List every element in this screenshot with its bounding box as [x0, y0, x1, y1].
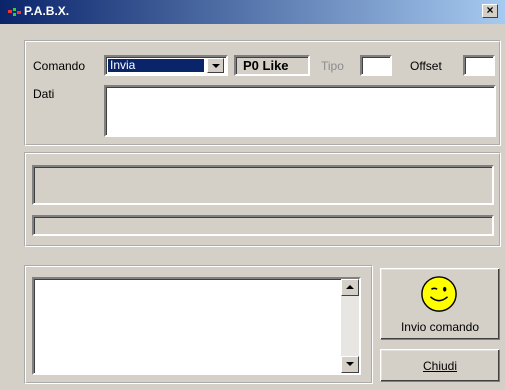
smiley-wink-icon: [421, 276, 457, 312]
app-icon: [8, 8, 21, 16]
comando-selected-value[interactable]: Invia: [108, 59, 204, 72]
comando-combobox[interactable]: Invia: [104, 55, 228, 76]
close-button[interactable]: Chiudi: [380, 349, 500, 382]
status-line-1: [32, 165, 494, 205]
status-line-2: [32, 215, 494, 236]
tipo-input[interactable]: [360, 55, 392, 76]
log-textarea[interactable]: [32, 277, 361, 375]
dati-input[interactable]: [104, 85, 496, 137]
chevron-up-icon: [346, 285, 354, 289]
scroll-up-button[interactable]: [341, 279, 359, 296]
scroll-down-button[interactable]: [341, 356, 359, 373]
send-command-button[interactable]: Invio comando: [380, 268, 500, 340]
dati-label: Dati: [33, 87, 55, 101]
send-command-label: Invio comando: [400, 320, 480, 334]
chevron-down-icon: [346, 362, 354, 366]
chevron-down-icon: [212, 64, 220, 68]
window-title: P.A.B.X.: [24, 4, 70, 18]
log-scrollbar[interactable]: [341, 279, 359, 373]
po-like-label: P0 Like: [243, 58, 289, 73]
po-like-box: P0 Like: [234, 55, 310, 76]
tipo-label: Tipo: [321, 59, 344, 73]
close-button-label: Chiudi: [422, 359, 458, 373]
comando-dropdown-button[interactable]: [207, 58, 224, 73]
offset-label: Offset: [410, 59, 442, 73]
offset-input[interactable]: [463, 55, 495, 76]
close-window-button[interactable]: ×: [482, 4, 498, 18]
title-bar[interactable]: [0, 0, 505, 24]
comando-label: Comando: [33, 59, 86, 73]
